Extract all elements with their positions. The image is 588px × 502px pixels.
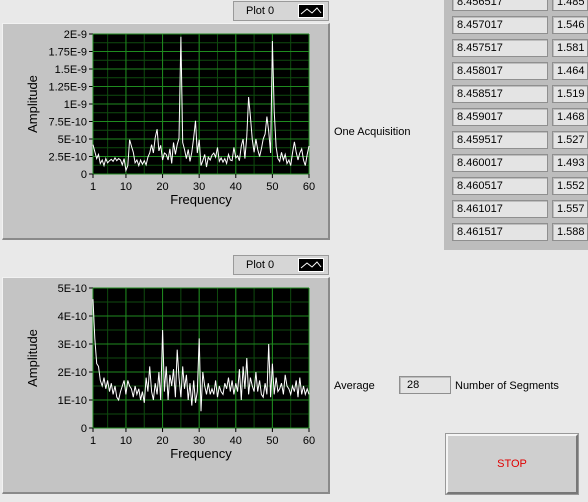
table-cell-time[interactable]: 8.460517 bbox=[452, 177, 548, 195]
table-cell-time[interactable]: 8.457517 bbox=[452, 39, 548, 57]
plot-legend-2[interactable]: Plot 0 bbox=[233, 255, 329, 275]
y-tick-label: 7.5E-10 bbox=[48, 117, 87, 129]
table-cell-value[interactable]: 1.552 bbox=[552, 177, 588, 195]
y-tick-label: 1.75E-9 bbox=[48, 47, 87, 59]
table-cell-value[interactable]: 1.485 bbox=[552, 0, 588, 11]
graph-average[interactable]: 01E-102E-103E-104E-105E-101 10 20 30 40 50 60F… bbox=[3, 278, 329, 493]
y-tick-label: 5E-10 bbox=[58, 283, 87, 295]
y-tick-label: 2.5E-10 bbox=[48, 152, 87, 164]
table-cell-time[interactable]: 8.459517 bbox=[452, 131, 548, 149]
table-cell-value[interactable]: 1.546 bbox=[552, 16, 588, 34]
table-cell-time[interactable]: 8.461517 bbox=[452, 223, 548, 241]
x-tick-label: 1 bbox=[90, 435, 96, 447]
x-tick-label: 1 bbox=[90, 181, 96, 193]
stop-button-label: STOP bbox=[497, 458, 527, 470]
y-tick-label: 4E-10 bbox=[58, 311, 87, 323]
y-axis-label: Amplitude bbox=[25, 75, 40, 133]
graph-one-acquisition[interactable]: 0 2.5E-10 5E-10 7.5E-10 1E-9 1.25E-9 1.5E-9 1.7… bbox=[3, 24, 329, 239]
x-tick-label: 50 bbox=[266, 181, 278, 193]
y-tick-label: 2E-10 bbox=[58, 367, 87, 379]
y-tick-label: 1.5E-9 bbox=[55, 64, 87, 76]
table-cell-time[interactable]: 8.458517 bbox=[452, 85, 548, 103]
y-tick-label: 0 bbox=[81, 423, 87, 435]
table-cell-value[interactable]: 1.493 bbox=[552, 154, 588, 172]
waveform-graph-one-acquisition: 0 2.5E-10 5E-10 7.5E-10 1E-9 1.25E-9 1.5E-9 1.7… bbox=[2, 23, 330, 240]
x-tick-label: 60 bbox=[303, 435, 315, 447]
x-tick-label: 20 bbox=[156, 435, 168, 447]
stop-button[interactable]: STOP bbox=[445, 433, 579, 495]
average-label: Average bbox=[334, 380, 375, 392]
plot-legend-label: Plot 0 bbox=[246, 5, 275, 17]
number-of-segments-label: Number of Segments bbox=[455, 380, 559, 392]
table-cell-time[interactable]: 8.461017 bbox=[452, 200, 548, 218]
table-cell-value[interactable]: 1.464 bbox=[552, 62, 588, 80]
table-cell-value[interactable]: 1.588 bbox=[552, 223, 588, 241]
plot-legend-label: Plot 0 bbox=[246, 259, 275, 271]
table-cell-time[interactable]: 8.456517 bbox=[452, 0, 548, 11]
plot-line-style-icon bbox=[298, 4, 324, 18]
x-tick-label: 50 bbox=[266, 435, 278, 447]
table-cell-time[interactable]: 8.460017 bbox=[452, 154, 548, 172]
table-cell-value[interactable]: 1.468 bbox=[552, 108, 588, 126]
x-tick-label: 20 bbox=[156, 181, 168, 193]
y-tick-label: 3E-10 bbox=[58, 339, 87, 351]
y-tick-label: 1.25E-9 bbox=[48, 82, 87, 94]
x-tick-label: 10 bbox=[120, 181, 132, 193]
table-cell-value[interactable]: 1.519 bbox=[552, 85, 588, 103]
table-cell-value[interactable]: 1.581 bbox=[552, 39, 588, 57]
x-tick-label: 60 bbox=[303, 181, 315, 193]
table-cell-time[interactable]: 8.459017 bbox=[452, 108, 548, 126]
y-tick-label: 5E-10 bbox=[58, 134, 87, 146]
y-tick-label: 1E-9 bbox=[64, 99, 87, 111]
waveform-graph-average: 0 1E-10 2E-10 3E-10 4E-10 5E-10 1 10 20 30 40 50 60 F… bbox=[2, 277, 330, 494]
one-acquisition-label: One Acquisition bbox=[334, 126, 411, 138]
y-tick-label: 1E-10 bbox=[58, 395, 87, 407]
x-axis-label: Frequency bbox=[170, 446, 232, 461]
x-axis-label: Frequency bbox=[170, 192, 232, 207]
table-cell-value[interactable]: 1.557 bbox=[552, 200, 588, 218]
table-cell-time[interactable]: 8.457017 bbox=[452, 16, 548, 34]
x-tick-label: 10 bbox=[120, 435, 132, 447]
table-cell-value[interactable]: 1.527 bbox=[552, 131, 588, 149]
number-of-segments-indicator: 28 bbox=[399, 376, 451, 394]
table-cell-time[interactable]: 8.458017 bbox=[452, 62, 548, 80]
plot-line-style-icon bbox=[298, 258, 324, 272]
y-tick-label: 2E-9 bbox=[64, 29, 87, 41]
plot-legend-1[interactable]: Plot 0 bbox=[233, 1, 329, 21]
y-axis-label: Amplitude bbox=[25, 329, 40, 387]
y-tick-label: 0 bbox=[81, 169, 87, 181]
